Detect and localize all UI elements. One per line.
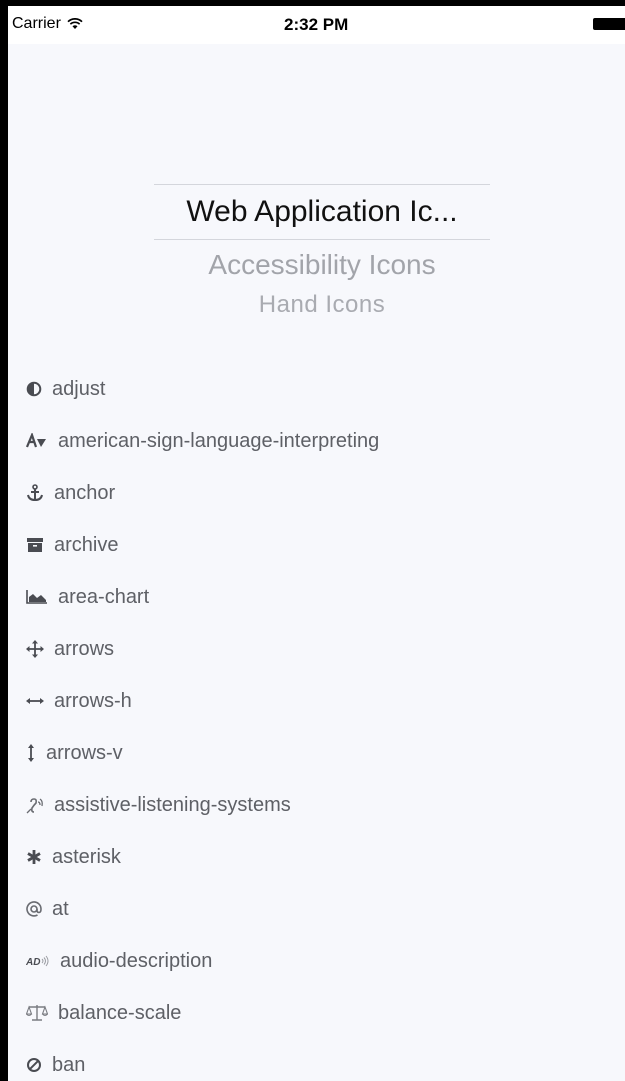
arrows-h-icon	[26, 696, 44, 706]
list-item[interactable]: ban	[26, 1039, 379, 1081]
app-screen: Carrier 2:32 PM Web Application Ic... Ac…	[8, 6, 625, 1081]
arrows-v-icon	[26, 744, 36, 762]
list-item[interactable]: arrows	[26, 623, 379, 675]
asterisk-icon	[26, 849, 42, 865]
icon-label: assistive-listening-systems	[54, 793, 291, 816]
category-picker[interactable]: Web Application Ic... Accessibility Icon…	[154, 184, 490, 326]
list-item[interactable]: arrows-h	[26, 675, 379, 727]
american-sign-language-icon	[26, 433, 48, 449]
picker-option[interactable]: Accessibility Icons	[154, 246, 490, 284]
icon-label: anchor	[54, 481, 116, 504]
ban-icon	[26, 1057, 42, 1073]
picker-selected-item[interactable]: Web Application Ic...	[154, 185, 490, 239]
icon-label: arrows-h	[54, 689, 132, 712]
icon-label: ban	[52, 1053, 86, 1076]
status-time: 2:32 PM	[284, 15, 349, 34]
carrier-indicator: Carrier	[12, 15, 83, 33]
icon-label: arrows	[54, 637, 115, 660]
anchor-icon	[26, 484, 44, 502]
icon-label: at	[52, 897, 69, 920]
icon-label: audio-description	[60, 949, 213, 972]
list-item[interactable]: assistive-listening-systems	[26, 779, 379, 831]
icon-label: balance-scale	[58, 1001, 182, 1024]
list-item[interactable]: adjust	[26, 363, 379, 415]
area-chart-icon	[26, 590, 48, 604]
icon-label: adjust	[52, 377, 106, 400]
icon-label: american-sign-language-interpreting	[58, 429, 380, 452]
battery-icon	[593, 18, 625, 30]
balance-scale-icon	[26, 1004, 48, 1022]
icon-label: asterisk	[52, 845, 121, 868]
at-icon	[26, 901, 42, 917]
icon-label: area-chart	[58, 585, 150, 608]
list-item[interactable]: at	[26, 883, 379, 935]
svg-text:AD: AD	[26, 957, 40, 967]
wifi-icon	[67, 18, 83, 30]
icon-list: adjust american-sign-language-interpreti…	[26, 363, 379, 1081]
list-item[interactable]: anchor	[26, 467, 379, 519]
list-item[interactable]: area-chart	[26, 571, 379, 623]
list-item[interactable]: archive	[26, 519, 379, 571]
list-item[interactable]: balance-scale	[26, 987, 379, 1039]
adjust-icon	[26, 381, 42, 397]
icon-label: arrows-v	[46, 741, 123, 764]
audio-description-icon: AD	[26, 955, 50, 967]
list-item[interactable]: arrows-v	[26, 727, 379, 779]
status-bar: Carrier 2:32 PM	[8, 6, 625, 44]
picker-option[interactable]: Hand Icons	[154, 284, 490, 326]
arrows-icon	[26, 640, 44, 658]
list-item[interactable]: AD audio-description	[26, 935, 379, 987]
carrier-label: Carrier	[12, 15, 61, 32]
icon-label: archive	[54, 533, 119, 556]
archive-icon	[26, 537, 44, 553]
device-frame-left	[0, 0, 8, 1081]
assistive-listening-icon	[26, 796, 44, 814]
list-item[interactable]: asterisk	[26, 831, 379, 883]
picker-divider-bottom	[154, 239, 490, 240]
list-item[interactable]: american-sign-language-interpreting	[26, 415, 379, 467]
